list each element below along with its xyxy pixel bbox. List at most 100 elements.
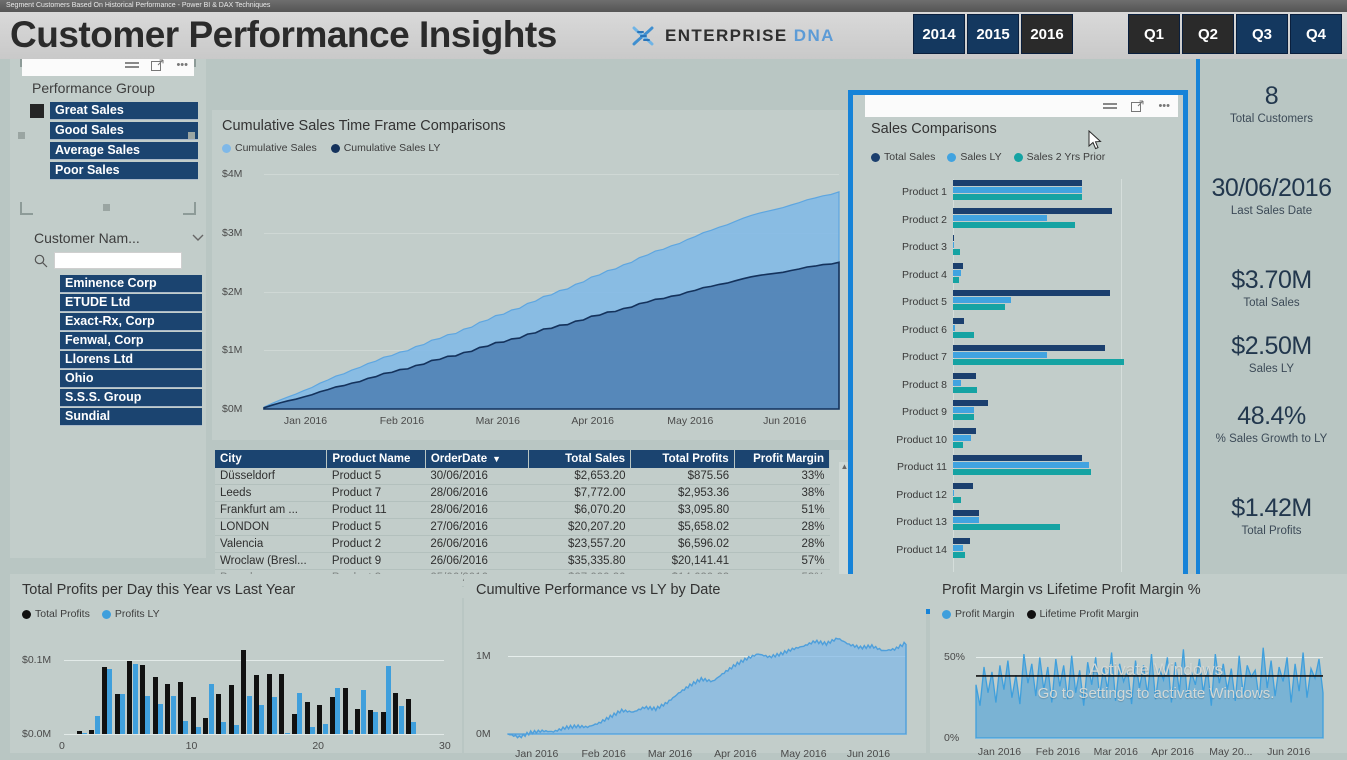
bar-total-sales[interactable] (953, 455, 1083, 461)
table-row[interactable]: Valencia Product 2 26/06/2016 $23,557.20 $6,… (215, 535, 830, 553)
focus-mode-icon[interactable] (151, 59, 164, 72)
year-button-2014[interactable]: 2014 (913, 14, 965, 54)
bar-total-sales[interactable] (953, 235, 954, 241)
table-header-row[interactable]: City Product Name OrderDate ▼ Total Sales Tot… (215, 450, 831, 468)
performance-slicer-row[interactable]: Poor Sales (22, 162, 198, 180)
bar-total-sales[interactable] (953, 400, 988, 406)
bar-sales-2yrs[interactable] (953, 331, 974, 338)
bar-total-sales[interactable] (953, 262, 964, 269)
performance-slicer-item-2[interactable]: Average Sales (50, 142, 198, 160)
bar-sales-ly[interactable] (953, 297, 1011, 303)
customer-slicer-item-4[interactable]: Llorens Ltd (60, 351, 202, 369)
bar-sales-ly[interactable] (953, 324, 956, 331)
bar-sales-ly[interactable] (953, 434, 972, 441)
quarter-slicer[interactable]: Q1 Q2 Q3 Q4 (1128, 14, 1344, 54)
bar-sales-2yrs[interactable] (953, 551, 966, 558)
bar-total-sales[interactable] (953, 372, 977, 379)
bar-sales-2yrs[interactable] (953, 194, 1083, 200)
legend-item[interactable]: Sales LY (947, 151, 1002, 163)
quarter-button-Q1[interactable]: Q1 (1128, 14, 1180, 54)
column-total-profits[interactable] (393, 692, 399, 734)
column-profits-ly[interactable] (348, 729, 354, 734)
table-column-header[interactable]: Total Sales (528, 450, 632, 468)
column-total-profits[interactable] (368, 710, 373, 734)
table-column-header[interactable]: City (215, 450, 328, 468)
column-total-profits[interactable] (317, 704, 323, 734)
bar-sales-ly[interactable] (953, 352, 1047, 358)
column-total-profits[interactable] (152, 676, 158, 734)
column-total-profits[interactable] (279, 673, 285, 734)
bar-total-sales[interactable] (953, 317, 965, 324)
profit-margin-chart[interactable]: Profit Margin vs Lifetime Profit Margin … (930, 574, 1347, 758)
column-profits-ly[interactable] (132, 664, 138, 734)
column-total-profits[interactable] (228, 685, 234, 734)
kpi-card-6[interactable]: $1.42M Total Profits (1196, 494, 1347, 537)
performance-slicer-row[interactable]: Average Sales (22, 142, 198, 160)
bar-sales-ly[interactable] (953, 242, 954, 248)
focus-mode-icon[interactable] (1131, 100, 1144, 113)
checkbox-unchecked[interactable] (30, 164, 44, 178)
table-row[interactable]: LONDON Product 5 27/06/2016 $20,207.20 $5,65… (215, 518, 830, 536)
column-total-profits[interactable] (190, 697, 196, 734)
column-profits-ly[interactable] (310, 726, 316, 734)
legend-item[interactable]: Sales 2 Yrs Prior (1013, 151, 1105, 163)
column-profits-ly[interactable] (82, 733, 88, 734)
column-total-profits[interactable] (266, 673, 272, 734)
kpi-card-2[interactable]: 30/06/2016 Last Sales Date (1196, 174, 1347, 217)
column-total-profits[interactable] (380, 711, 386, 734)
column-total-profits[interactable] (140, 664, 145, 734)
bar-sales-2yrs[interactable] (953, 414, 974, 420)
bar-sales-2yrs[interactable] (953, 386, 978, 393)
column-profits-ly[interactable] (107, 669, 113, 734)
bar-sales-ly[interactable] (953, 462, 1089, 468)
column-profits-ly[interactable] (196, 726, 202, 734)
performance-slicer-row[interactable]: Good Sales (22, 122, 198, 140)
table-column-header[interactable]: Total Profits (630, 450, 735, 468)
bar-sales-2yrs[interactable] (953, 496, 962, 503)
selection-handle-bl[interactable] (20, 202, 33, 215)
bar-sales-ly[interactable] (953, 379, 962, 386)
column-profits-ly[interactable] (360, 689, 366, 734)
kpi-card-4[interactable]: $2.50M Sales LY (1196, 332, 1347, 375)
column-total-profits[interactable] (330, 697, 335, 734)
column-total-profits[interactable] (342, 687, 348, 734)
column-profits-ly[interactable] (373, 711, 379, 734)
column-total-profits[interactable] (241, 650, 247, 734)
quarter-button-Q3[interactable]: Q3 (1236, 14, 1288, 54)
column-total-profits[interactable] (254, 675, 259, 734)
customer-name-items[interactable]: Eminence Corp ETUDE Ltd Exact-Rx, Corp Fenw… (22, 275, 212, 426)
kpi-card-3[interactable]: $3.70M Total Sales (1196, 266, 1347, 309)
table-row[interactable]: Frankfurt am ... Product 11 28/06/2016 $6,0… (215, 501, 830, 519)
column-total-profits[interactable] (165, 683, 171, 734)
column-total-profits[interactable] (203, 717, 209, 734)
customer-slicer-item-2[interactable]: Exact-Rx, Corp (60, 313, 202, 331)
legend-item[interactable]: Total Sales (871, 151, 935, 163)
year-slicer[interactable]: 2014 2015 2016 (913, 14, 1075, 54)
table-column-header[interactable]: Profit Margin (734, 450, 831, 468)
performance-group-items[interactable]: Great Sales Good Sales Average Sales Poor S… (22, 102, 198, 180)
column-profits-ly[interactable] (259, 704, 265, 734)
column-profits-ly[interactable] (221, 722, 227, 734)
bar-total-sales[interactable] (953, 482, 974, 489)
kpi-card-5[interactable]: 48.4% % Sales Growth to LY (1196, 402, 1347, 445)
bar-sales-ly[interactable] (953, 269, 962, 276)
bar-sales-ly[interactable] (953, 517, 980, 523)
performance-slicer-item-1[interactable]: Good Sales (50, 122, 198, 140)
column-profits-ly[interactable] (145, 696, 151, 734)
table-row[interactable]: Leeds Product 7 28/06/2016 $7,772.00 $2,953.… (215, 484, 830, 502)
column-profits-ly[interactable] (398, 706, 404, 734)
bar-sales-2yrs[interactable] (953, 249, 961, 255)
bar-total-sales[interactable] (953, 180, 1083, 186)
bar-sales-2yrs[interactable] (953, 304, 1005, 310)
bar-sales-2yrs[interactable] (953, 276, 959, 283)
performance-slicer-item-3[interactable]: Poor Sales (50, 162, 198, 180)
customer-slicer-item-6[interactable]: S.S.S. Group (60, 389, 202, 407)
filter-icon[interactable] (125, 60, 140, 71)
cumulative-sales-chart[interactable]: Cumulative Sales Time Frame Comparisons … (212, 110, 852, 440)
resize-handle-bottom[interactable] (103, 204, 110, 211)
bar-total-sales[interactable] (953, 427, 976, 434)
column-profits-ly[interactable] (386, 665, 392, 734)
quarter-button-Q4[interactable]: Q4 (1290, 14, 1342, 54)
chevron-down-icon[interactable] (192, 234, 204, 242)
bar-sales-2yrs[interactable] (953, 221, 1076, 228)
